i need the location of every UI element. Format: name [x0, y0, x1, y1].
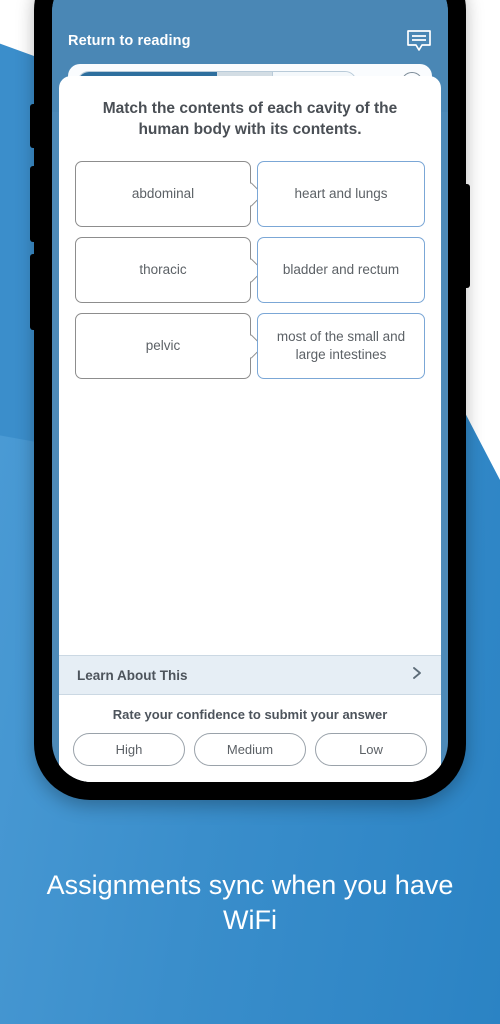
learn-about-this-label: Learn About This — [77, 667, 188, 683]
phone-device-frame: Return to reading 5 3 0 — [30, 0, 470, 800]
question-card: Match the contents of each cavity of the… — [59, 76, 441, 782]
phone-volume-up-button[interactable] — [30, 166, 35, 242]
learn-about-this-row[interactable]: Learn About This — [59, 655, 441, 695]
confidence-section: Rate your confidence to submit your answ… — [59, 695, 441, 782]
chevron-right-icon — [411, 666, 423, 684]
confidence-button-low[interactable]: Low — [315, 733, 427, 766]
matching-right-box[interactable]: bladder and rectum — [257, 236, 425, 303]
confidence-button-high[interactable]: High — [73, 733, 185, 766]
matching-pair-row: thoracic bladder and rectum — [75, 236, 425, 303]
matching-pair-row: abdominal heart and lungs — [75, 160, 425, 227]
matching-pair-row: pelvic most of the small and large intes… — [75, 312, 425, 379]
matching-left-box[interactable]: pelvic — [75, 312, 251, 379]
confidence-title: Rate your confidence to submit your answ… — [112, 707, 388, 722]
screenshot-stage: Return to reading 5 3 0 — [0, 0, 500, 1024]
header-row: Return to reading — [68, 28, 432, 54]
confidence-buttons: High Medium Low — [73, 733, 427, 766]
matching-right-box[interactable]: most of the small and large intestines — [257, 312, 425, 379]
matching-pairs-list: abdominal heart and lungs thoracic bladd… — [59, 147, 441, 655]
matching-left-box[interactable]: abdominal — [75, 160, 251, 227]
phone-power-button[interactable] — [465, 184, 470, 288]
matching-left-box[interactable]: thoracic — [75, 236, 251, 303]
phone-screen: Return to reading 5 3 0 — [52, 0, 448, 782]
phone-volume-down-button[interactable] — [30, 254, 35, 330]
promo-caption: Assignments sync when you have WiFi — [46, 870, 454, 935]
matching-right-box[interactable]: heart and lungs — [257, 160, 425, 227]
confidence-button-medium[interactable]: Medium — [194, 733, 306, 766]
return-to-reading-link[interactable]: Return to reading — [68, 33, 191, 49]
phone-mute-button[interactable] — [30, 104, 35, 148]
chat-bubble-icon[interactable] — [406, 29, 432, 53]
question-prompt: Match the contents of each cavity of the… — [102, 100, 398, 139]
